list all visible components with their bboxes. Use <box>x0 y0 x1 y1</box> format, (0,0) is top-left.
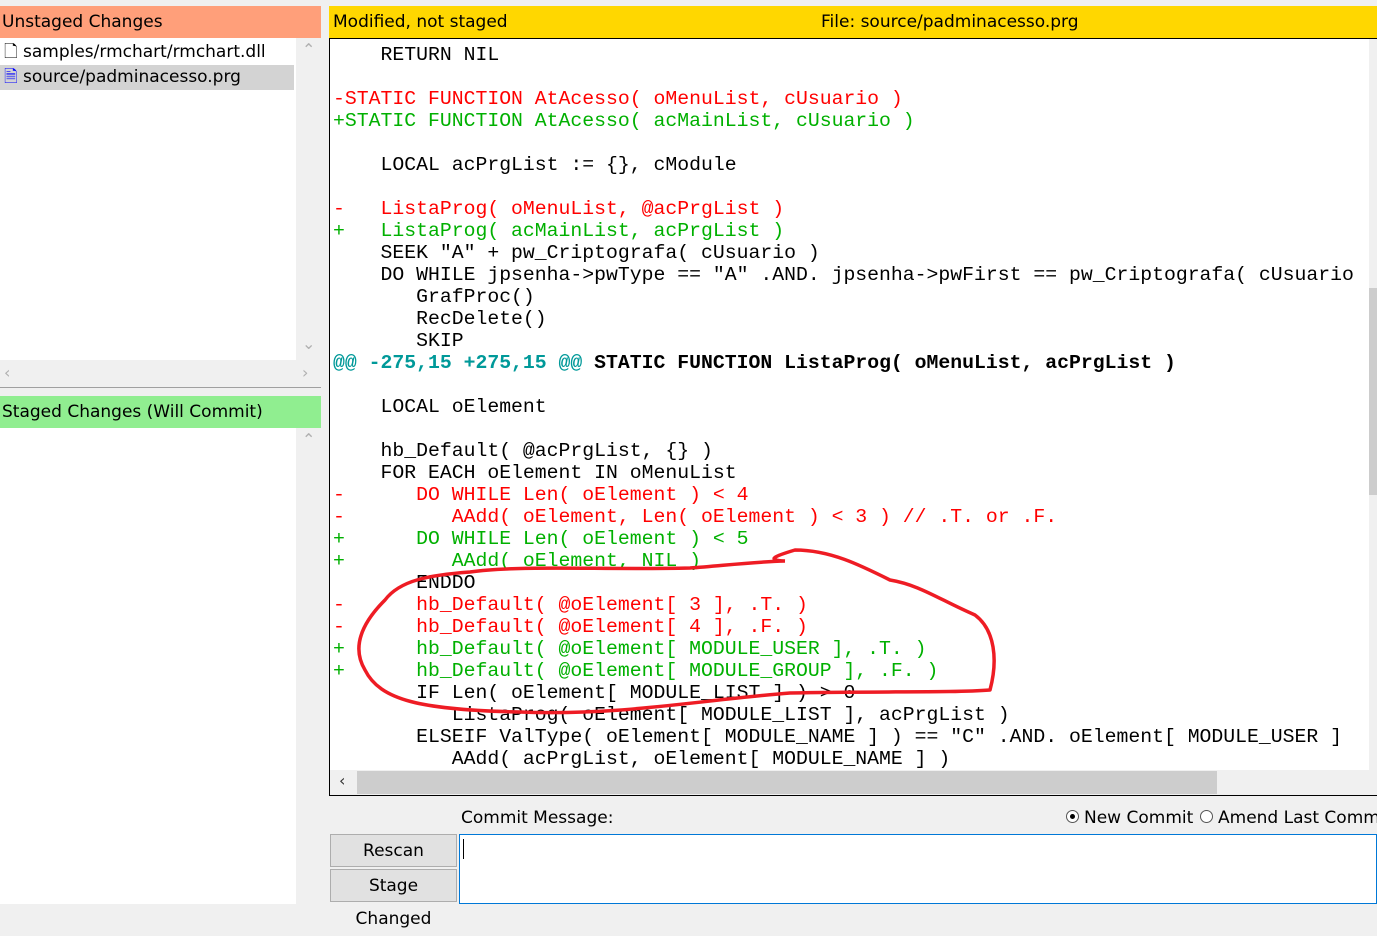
diff-code: RETURN NIL -STATIC FUNCTION AtAcesso( oMe… <box>333 44 1354 770</box>
scroll-left-icon[interactable]: ‹ <box>4 363 10 382</box>
hunk-context: STATIC FUNCTION ListaProg( oMenuList, ac… <box>582 352 1176 374</box>
diff-line-context: GrafProc() <box>333 286 535 308</box>
new-commit-label: New Commit <box>1084 808 1194 828</box>
diff-file-path: File: source/padminacesso.prg <box>821 12 1079 32</box>
new-commit-radio[interactable]: New Commit <box>1066 808 1193 828</box>
diff-line-context <box>333 418 1354 440</box>
diff-vertical-scroll-thumb[interactable] <box>1369 288 1377 495</box>
diff-line-context: FOR EACH oElement IN oMenuList <box>333 462 737 484</box>
diff-line-added: + hb_Default( @oElement[ MODULE_USER ], … <box>333 638 927 660</box>
diff-line-added: + hb_Default( @oElement[ MODULE_GROUP ],… <box>333 660 939 682</box>
diff-line-context: RETURN NIL <box>333 44 500 66</box>
radio-icon <box>1200 810 1213 823</box>
diff-line-context: RecDelete() <box>333 308 547 330</box>
diff-line-context <box>333 132 1354 154</box>
diff-line-context: IF Len( oElement[ MODULE_LIST ] ) > 0 <box>333 682 856 704</box>
diff-line-added: +STATIC FUNCTION AtAcesso( acMainList, c… <box>333 110 915 132</box>
unstaged-horizontal-scrollbar[interactable]: ‹ › <box>0 362 321 388</box>
unstaged-vertical-scrollbar[interactable]: ⌃ ⌄ <box>296 38 321 360</box>
diff-line-context: AAdd( acPrgList, oElement[ MODULE_NAME ]… <box>333 748 951 770</box>
diff-line-context: SKIP <box>333 330 464 352</box>
file-name: source/padminacesso.prg <box>23 67 241 87</box>
diff-horizontal-scroll-thumb[interactable] <box>357 771 1217 794</box>
diff-line-context: ListaProg( oElement[ MODULE_LIST ], acPr… <box>333 704 1010 726</box>
diff-line-added: + ListaProg( acMainList, acPrgList ) <box>333 220 785 242</box>
diff-line-context: SEEK "A" + pw_Criptografa( cUsuario ) <box>333 242 820 264</box>
diff-line-removed: -STATIC FUNCTION AtAcesso( oMenuList, cU… <box>333 88 903 110</box>
diff-line-context: hb_Default( @acPrgList, {} ) <box>333 440 713 462</box>
scroll-right-icon[interactable]: › <box>302 363 308 382</box>
diff-line-added: + DO WHILE Len( oElement ) < 5 <box>333 528 749 550</box>
diff-header: Modified, not staged File: source/padmin… <box>329 6 1377 39</box>
file-item-selected[interactable]: 🗎 source/padminacesso.prg <box>0 65 294 90</box>
scroll-up-icon[interactable]: ⌃ <box>302 430 315 449</box>
diff-line-removed: - hb_Default( @oElement[ 4 ], .F. ) <box>333 616 808 638</box>
amend-last-commit-radio[interactable]: Amend Last Commit <box>1200 808 1377 828</box>
commit-message-input[interactable] <box>459 834 1377 904</box>
diff-line-context: LOCAL acPrgList := {}, cModule <box>333 154 737 176</box>
text-file-icon: 🗎 <box>4 67 18 87</box>
diff-line-context <box>333 176 1354 198</box>
diff-line-removed: - DO WHILE Len( oElement ) < 4 <box>333 484 749 506</box>
diff-status: Modified, not staged <box>333 12 508 32</box>
diff-line-added: + AAdd( oElement, NIL ) <box>333 550 701 572</box>
staged-changes-header: Staged Changes (Will Commit) <box>0 396 321 428</box>
diff-view[interactable]: RETURN NIL -STATIC FUNCTION AtAcesso( oMe… <box>329 39 1370 770</box>
scroll-up-icon[interactable]: ⌃ <box>302 40 315 59</box>
diff-line-removed: - AAdd( oElement, Len( oElement ) < 3 ) … <box>333 506 1058 528</box>
file-icon: 🗋 <box>4 42 18 62</box>
staged-vertical-scrollbar[interactable]: ⌃ <box>296 428 321 904</box>
diff-line-removed: - hb_Default( @oElement[ 3 ], .T. ) <box>333 594 808 616</box>
diff-line-context: ENDDO <box>333 572 476 594</box>
amend-label: Amend Last Commit <box>1218 808 1377 828</box>
diff-line-context <box>333 66 1354 88</box>
diff-line-context: LOCAL oElement <box>333 396 547 418</box>
diff-hunk-header: @@ -275,15 +275,15 @@ STATIC FUNCTION Li… <box>333 352 1354 374</box>
diff-line-removed: - ListaProg( oMenuList, @acPrgList ) <box>333 198 785 220</box>
text-caret <box>463 839 464 859</box>
stage-changed-button[interactable]: Stage Changed <box>330 869 457 929</box>
scroll-left-icon[interactable]: ‹ <box>339 771 345 790</box>
file-name: samples/rmchart/rmchart.dll <box>23 42 266 62</box>
rescan-button[interactable]: Rescan <box>330 834 457 867</box>
diff-line-context: ELSEIF ValType( oElement[ MODULE_NAME ] … <box>333 726 1343 748</box>
radio-selected-icon <box>1066 810 1079 823</box>
unstaged-changes-header: Unstaged Changes <box>0 6 321 38</box>
file-item[interactable]: 🗋 samples/rmchart/rmchart.dll <box>0 40 294 65</box>
staged-file-list[interactable] <box>0 428 296 904</box>
scroll-down-icon[interactable]: ⌄ <box>302 334 315 353</box>
commit-message-label: Commit Message: <box>461 808 614 828</box>
unstaged-file-list[interactable]: 🗋 samples/rmchart/rmchart.dll 🗎 source/pad… <box>0 38 296 360</box>
diff-line-context <box>333 374 1354 396</box>
diff-line-context: DO WHILE jpsenha->pwType == "A" .AND. jp… <box>333 264 1354 286</box>
hunk-range: @@ -275,15 +275,15 @@ <box>333 352 583 374</box>
